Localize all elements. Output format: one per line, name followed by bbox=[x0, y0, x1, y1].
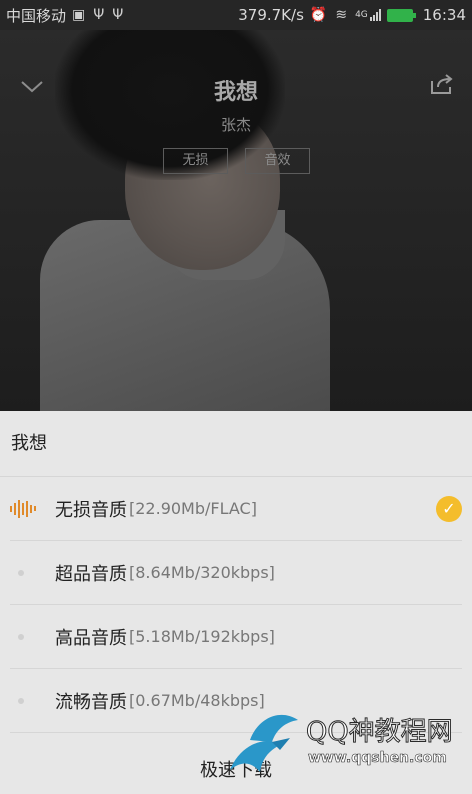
check-icon: ✓ bbox=[436, 496, 462, 522]
sound-wave-icon bbox=[10, 499, 36, 518]
status-bar: 中国移动 ▣ Ψ Ψ 379.7K/s ⏰ ≋ 4G 16:34 bbox=[0, 0, 472, 30]
clock: 16:34 bbox=[422, 6, 466, 24]
artist-name: 张杰 bbox=[220, 116, 251, 134]
quality-option-label: 高品音质 bbox=[55, 627, 127, 649]
quality-option-size: [5.18Mb/192kbps] bbox=[129, 627, 275, 646]
sheet-title: 我想 bbox=[0, 411, 472, 477]
bullet-dot-icon bbox=[18, 569, 24, 576]
share-icon[interactable] bbox=[428, 72, 456, 100]
net-speed: 379.7K/s bbox=[238, 6, 304, 24]
bullet-dot-icon bbox=[18, 633, 24, 640]
quality-option-size: [0.67Mb/48kbps] bbox=[129, 691, 265, 710]
network-type: 4G bbox=[355, 10, 368, 20]
wifi-icon: ≋ bbox=[335, 7, 348, 23]
app-notification-icon: ▣ bbox=[72, 7, 86, 23]
quality-option-size: [8.64Mb/320kbps] bbox=[129, 563, 275, 582]
quality-option-label: 超品音质 bbox=[55, 563, 127, 585]
usb-icon: Ψ bbox=[93, 7, 105, 23]
usb-debug-icon: Ψ bbox=[112, 7, 124, 23]
quality-option-lossless[interactable]: 无损音质 [22.90Mb/FLAC] ✓ bbox=[10, 477, 462, 541]
alarm-icon: ⏰ bbox=[309, 7, 328, 23]
battery-icon bbox=[386, 8, 416, 22]
bullet-dot-icon bbox=[18, 697, 24, 704]
quality-option-smooth[interactable]: 流畅音质 [0.67Mb/48kbps] bbox=[10, 669, 462, 733]
quality-option-size: [22.90Mb/FLAC] bbox=[129, 499, 257, 518]
quality-option-high[interactable]: 高品音质 [5.18Mb/192kbps] bbox=[10, 605, 462, 669]
song-title: 我想 bbox=[213, 80, 258, 105]
player-header: 我想 张杰 无损 音效 bbox=[0, 30, 472, 411]
carrier-name: 中国移动 bbox=[6, 6, 67, 25]
quality-option-label: 无损音质 bbox=[55, 499, 127, 521]
signal-icon bbox=[369, 9, 381, 21]
lossless-tag-button[interactable]: 无损 bbox=[163, 148, 228, 174]
fast-download-button[interactable]: 极速下载 bbox=[0, 747, 472, 794]
quality-sheet: 我想 无损音质 [22.90Mb/FLAC] ✓ 超品音质 [8.64Mb/32… bbox=[0, 411, 472, 794]
quality-option-super[interactable]: 超品音质 [8.64Mb/320kbps] bbox=[10, 541, 462, 605]
sound-effects-button[interactable]: 音效 bbox=[245, 148, 310, 174]
quality-option-label: 流畅音质 bbox=[55, 691, 127, 713]
